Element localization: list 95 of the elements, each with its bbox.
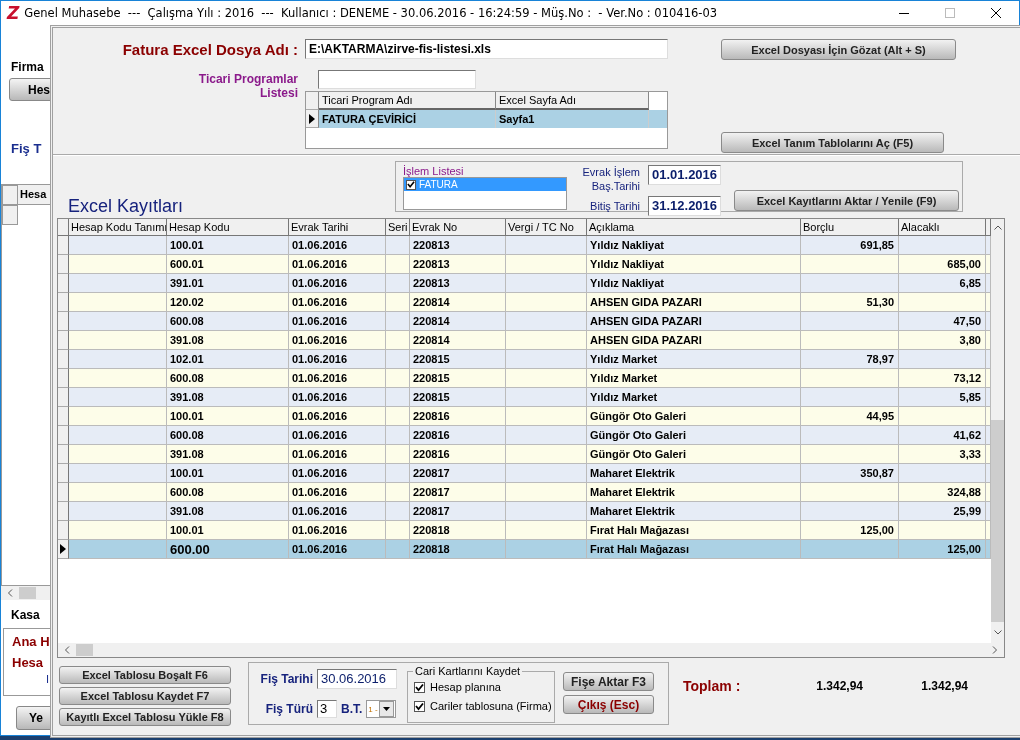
cash-label: Kasa bbox=[11, 608, 41, 622]
voucher-type-field[interactable]: 3 bbox=[317, 700, 337, 718]
checkbox[interactable] bbox=[414, 681, 425, 693]
column-header[interactable]: Hesap Kodu bbox=[167, 219, 289, 236]
load-table-button[interactable]: Kayıtlı Excel Tablosu Yükle F8 bbox=[59, 708, 231, 726]
file-path-field[interactable]: E:\AKTARMA\zirve-fis-listesi.xls bbox=[305, 39, 668, 59]
dropdown[interactable]: 1 - bbox=[366, 700, 397, 718]
table-row[interactable]: 391.08 01.06.2016 220814 AHSEN GIDA PAZARI 3,80 bbox=[58, 331, 991, 350]
clear-table-button[interactable]: Excel Tablosu Boşalt F6 bbox=[59, 666, 231, 684]
maximize-icon bbox=[945, 8, 955, 18]
company-label: Firma bbox=[11, 60, 45, 74]
table-row[interactable]: 100.01 01.06.2016 220813 Yıldız Nakliyat 691,85 bbox=[58, 236, 991, 255]
row-selector bbox=[306, 92, 319, 110]
table-row[interactable]: 391.08 01.06.2016 220816 Güngör Oto Galeri 3,33 bbox=[58, 445, 991, 464]
table-row[interactable]: 600.00 01.06.2016 220818 Fırat Halı Mağazası 125,00 bbox=[58, 540, 991, 559]
column-header[interactable]: Açıklama bbox=[587, 219, 801, 236]
table-row[interactable]: 102.01 01.06.2016 220815 Yıldız Market 78,97 bbox=[58, 350, 991, 369]
field-label: B.T. bbox=[341, 702, 363, 716]
table-row[interactable]: 600.08 01.06.2016 220814 AHSEN GIDA PAZARI 47,50 bbox=[58, 312, 991, 331]
pointer-arrow-icon bbox=[309, 113, 315, 124]
table-row[interactable]: 391.08 01.06.2016 220815 Yıldız Market 5,85 bbox=[58, 388, 991, 407]
open-definitions-button[interactable]: Excel Tanım Tablolarını Aç (F5) bbox=[721, 132, 944, 153]
total-value: 1.342,94 bbox=[815, 679, 863, 693]
close-icon bbox=[991, 8, 1001, 18]
app-logo: Z bbox=[7, 3, 20, 23]
section-title: Excel Kayıtları bbox=[68, 196, 185, 218]
voucher-label: Fiş T bbox=[11, 141, 43, 156]
account-button[interactable]: Hes bbox=[9, 78, 51, 101]
date-label: Bitiş Tarihi bbox=[589, 199, 640, 213]
table-cell: Sayfa1 bbox=[496, 110, 649, 128]
total-label: Toplam : bbox=[683, 678, 742, 694]
table-row[interactable]: FATURA ÇEVİRİCİ Sayfa1 bbox=[306, 110, 667, 128]
table-row[interactable]: 391.08 01.06.2016 220817 Maharet Elektrik 25,99 bbox=[58, 502, 991, 521]
exit-button[interactable]: Çıkış (Esc) bbox=[563, 695, 654, 714]
browse-button[interactable]: Excel Dosyası İçin Gözat (Alt + S) bbox=[721, 39, 956, 60]
table-row[interactable]: 100.01 01.06.2016 220818 Fırat Halı Mağazası 125,00 bbox=[58, 521, 991, 540]
table-row[interactable]: 600.08 01.06.2016 220817 Maharet Elektrik 324,88 bbox=[58, 483, 991, 502]
voucher-date-field[interactable]: 30.06.2016 bbox=[317, 669, 397, 689]
item-label: FATURA bbox=[419, 179, 458, 190]
checkbox[interactable] bbox=[414, 700, 425, 712]
date-label: Evrak İşlem Baş.Tarihi bbox=[581, 165, 640, 193]
table-row[interactable]: 600.08 01.06.2016 220816 Güngör Oto Galeri 41,62 bbox=[58, 426, 991, 445]
programs-label: Ticari Programlar Listesi bbox=[197, 72, 298, 102]
table-cell: 600.00 bbox=[167, 540, 289, 559]
end-date-field[interactable]: 31.12.2016 bbox=[648, 196, 721, 216]
window-title: Genel Muhasebe --- Çalışma Yılı : 2016 --- Kullanıcı : DENEME - 30.06.2016 - 16:24:59 - Müş.No : - Ver.No : 010416-03 bbox=[24, 6, 719, 20]
save-table-button[interactable]: Excel Tablosu Kaydet F7 bbox=[59, 687, 231, 705]
scroll-thumb[interactable] bbox=[76, 644, 93, 656]
file-label: Fatura Excel Dosya Adı : bbox=[121, 40, 298, 58]
start-date-field[interactable]: 01.01.2016 bbox=[648, 165, 721, 185]
info-label: Hesa bbox=[12, 654, 45, 672]
column-header[interactable]: Evrak No bbox=[410, 219, 506, 236]
checkbox-label: Hesap planına bbox=[430, 681, 501, 693]
field-label: Fiş Türü bbox=[264, 702, 313, 716]
column-header[interactable]: Vergi / TC No bbox=[506, 219, 587, 236]
horizontal-scrollbar[interactable] bbox=[1, 586, 51, 600]
column-header[interactable]: Ticari Program Adı bbox=[319, 92, 496, 110]
column-header[interactable]: Seri bbox=[386, 219, 410, 236]
table-row[interactable]: 120.02 01.06.2016 220814 AHSEN GIDA PAZARI 51,30 bbox=[58, 293, 991, 312]
total-value: 1.342,94 bbox=[920, 679, 968, 693]
scroll-thumb[interactable] bbox=[991, 420, 1004, 622]
field-label: Fiş Tarihi bbox=[259, 672, 313, 686]
search-field[interactable] bbox=[318, 70, 476, 89]
column-header[interactable]: Excel Sayfa Adı bbox=[496, 92, 649, 110]
scroll-thumb[interactable] bbox=[19, 587, 36, 599]
table-cell: Fırat Halı Mağazası bbox=[587, 540, 801, 559]
vertical-scrollbar[interactable] bbox=[991, 219, 1004, 643]
transfer-button[interactable]: Fişe Aktar F3 bbox=[563, 672, 654, 691]
table-cell: 220818 bbox=[410, 540, 506, 559]
column-header[interactable]: Evrak Tarihi bbox=[289, 219, 386, 236]
dropdown-arrow-icon bbox=[383, 707, 391, 711]
table-cell: 01.06.2016 bbox=[289, 540, 386, 559]
checkbox-label: Cariler tablosuna (Firma) bbox=[430, 700, 552, 712]
table-cell: FATURA ÇEVİRİCİ bbox=[319, 110, 496, 128]
column-header[interactable]: Alacaklı bbox=[899, 219, 986, 236]
table-row[interactable]: 391.01 01.06.2016 220813 Yıldız Nakliyat 6,85 bbox=[58, 274, 991, 293]
pointer-arrow-icon bbox=[60, 544, 66, 554]
group-title: Cari Kartlarını Kaydet bbox=[413, 665, 523, 677]
column-header: Hesa bbox=[18, 185, 51, 205]
checkbox[interactable] bbox=[406, 179, 416, 190]
info-label: Ana H bbox=[12, 633, 51, 651]
table-row[interactable]: 100.01 01.06.2016 220816 Güngör Oto Galeri 44,95 bbox=[58, 407, 991, 426]
checkmark-icon bbox=[407, 180, 415, 189]
info-text: I bbox=[46, 673, 51, 685]
new-button[interactable]: Ye bbox=[16, 706, 51, 730]
table-row[interactable]: 600.08 01.06.2016 220815 Yıldız Market 73,12 bbox=[58, 369, 991, 388]
import-button[interactable]: Excel Kayıtlarını Aktar / Yenile (F9) bbox=[734, 190, 959, 211]
column-header[interactable]: Borçlu bbox=[801, 219, 899, 236]
table-cell: 125,00 bbox=[899, 540, 986, 559]
table-row[interactable]: 600.01 01.06.2016 220813 Yıldız Nakliyat 685,00 bbox=[58, 255, 991, 274]
table-row[interactable]: 100.01 01.06.2016 220817 Maharet Elektrik 350,87 bbox=[58, 464, 991, 483]
list-title: İşlem Listesi bbox=[403, 165, 465, 177]
column-header[interactable]: Hesap Kodu Tanımı bbox=[69, 219, 167, 236]
dropdown-value: 1 - bbox=[367, 704, 379, 714]
table-cell bbox=[386, 540, 410, 559]
